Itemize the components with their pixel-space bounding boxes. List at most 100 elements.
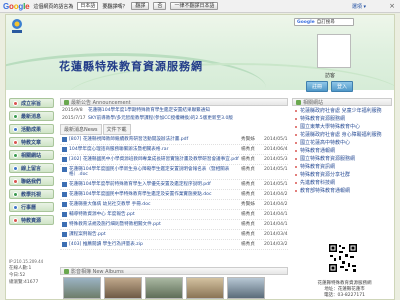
announcement-list: 2015/9/8 花蓮縣104學年度1學期特殊教育學生鑑定安置結果聯繫通知 201… (60, 106, 288, 122)
albums-header: 影音相簿 New Albums (60, 267, 288, 275)
album-thumbnail[interactable] (186, 277, 224, 299)
file-icon (62, 167, 67, 172)
sidebar-item-contact[interactable]: 聯絡我們 (9, 176, 54, 186)
qr-code-icon (328, 243, 358, 273)
list-item[interactable]: [403] 推薦閱讀 學生行為評量表.zip 楊秀貞 2014/03/2 (60, 240, 288, 250)
bullet-icon (13, 139, 18, 145)
file-icon (62, 147, 67, 152)
file-icon (62, 232, 67, 237)
translate-button[interactable]: 翻譯 (131, 2, 150, 10)
sidebar-item-guestbook[interactable]: 線上留言 (9, 163, 54, 173)
bullet-icon (294, 117, 298, 121)
related-link[interactable]: 特殊教育資源服務網 (292, 116, 392, 122)
bullet-icon (294, 125, 298, 129)
album-thumbnail[interactable] (104, 277, 142, 299)
search-label: 自訂搜尋 (316, 20, 335, 25)
list-item[interactable]: [807] 花蓮縣視障教師繼續教育研習活動開設辦法計畫.pdf 秀賢姊 2014/0… (60, 135, 288, 145)
sidebar-item-purpose[interactable]: 成立宗旨 (9, 98, 54, 108)
section-icon (296, 99, 301, 105)
bullet-icon (294, 157, 298, 161)
list-item[interactable]: 2015/9/8 花蓮縣104學年度1學期特殊教育學生鑑定安置結果聯繫通知 (60, 106, 288, 114)
bullet-icon (294, 189, 298, 193)
bullet-icon (294, 109, 298, 113)
bullet-icon (294, 173, 298, 177)
page-frame: Google 自訂搜尋 花蓮縣特殊教育資源服務網 訪客 註冊 登入 成立宗旨 最新… (5, 14, 395, 300)
related-link[interactable]: 花蓮縣政府社會處 兒童少年福利服務 (292, 108, 392, 114)
related-link[interactable]: 教育部特殊教育通報網 (292, 188, 392, 194)
online-label: 在線人數 (9, 266, 27, 271)
related-links-header: 相關網站 (292, 98, 392, 106)
bullet-icon (294, 133, 298, 137)
list-item[interactable]: [302] 花蓮縣國民中小學資源班教師專業成長研習實施計畫及教學研習會議事宜.p… (60, 155, 288, 165)
bullet-icon (294, 141, 298, 145)
list-item[interactable]: 2015/7/17 SKY前導教學/多元智能教學課程(參加CC授權轉換)的2.5版… (60, 114, 288, 122)
list-item[interactable]: 花蓮縣104學年度學前特殊教育學生入學優先安置及鑑定程序說明.pdf 楊秀貞 201… (60, 180, 288, 190)
never-translate-button[interactable]: 一律不翻譯日本語 (170, 2, 219, 10)
google-search-box[interactable]: Google 自訂搜尋 (294, 18, 354, 26)
options-menu[interactable]: 選項 ▾ (352, 3, 366, 10)
sidebar-item-calendar[interactable]: 行事曆 (9, 202, 54, 212)
sidebar-item-news[interactable]: 最新消息 (9, 111, 54, 121)
list-item[interactable]: 課程案例報告.ppt 楊秀貞 2014/03/4 (60, 230, 288, 240)
sidebar-item-results[interactable]: 活動成果 (9, 124, 54, 134)
list-item[interactable]: 花蓮縣重大傷病 幼兒社交教學 手冊.doc 秀賢姊 2014/04/2 (60, 200, 288, 210)
related-link[interactable]: 花蓮縣政府社會處 身心障礙福利服務 (292, 132, 392, 138)
account-buttons: 註冊 登入 (306, 81, 354, 92)
main-content: 最新公告 Announcement 2015/9/8 花蓮縣104學年度1學期特殊… (60, 98, 288, 264)
related-link[interactable]: 特殊教育資訊網 (292, 164, 392, 170)
sidebar-item-teaching[interactable]: 教學托視 (9, 189, 54, 199)
bullet-icon (13, 204, 18, 210)
related-link[interactable]: 國立花蓮高中特教中心 (292, 140, 392, 146)
bullet-icon (13, 178, 18, 184)
total-count: 總瀏覽:41677 (9, 280, 39, 285)
album-thumbnail[interactable] (63, 277, 101, 299)
sidebar-item-links[interactable]: 相關網站 (9, 150, 54, 160)
visitor-stats: IP:210.15.209.44 在線人數:1 今日:52 總瀏覽:41677 (9, 258, 54, 286)
online-count: 1 (28, 266, 32, 271)
file-icon (62, 137, 67, 142)
close-icon[interactable]: × (389, 2, 395, 10)
sidebar-item-resources[interactable]: 特教資源 (9, 215, 54, 225)
related-link[interactable]: 國立特殊教育資源服務網 (292, 156, 392, 162)
sidebar-item-articles[interactable]: 特教文章 (9, 137, 54, 147)
news-list: [807] 花蓮縣視障教師繼續教育研習活動開設辦法計畫.pdf 秀賢姊 2014/0… (60, 135, 288, 264)
section-icon (64, 268, 69, 274)
school-logo-icon (12, 19, 22, 33)
tab-downloads[interactable]: 文件下載 (102, 124, 131, 135)
file-icon (62, 182, 67, 187)
section-icon (64, 99, 69, 105)
avatar (317, 34, 351, 68)
related-link[interactable]: 先進教育科技網 (292, 180, 392, 186)
album-thumbnail[interactable] (145, 277, 183, 299)
file-icon (62, 212, 67, 217)
list-item[interactable]: 輔導特教資源中心 年度報告.ppt 楊秀貞 2014/04/1 (60, 210, 288, 220)
no-button[interactable]: 否 (153, 2, 167, 10)
register-button[interactable]: 註冊 (306, 81, 329, 92)
list-item[interactable]: 104學年度心理諮商服務聯繫辦法暨相關表格.rar 楊秀貞 2014/06/4 (60, 145, 288, 155)
related-link[interactable]: 特殊教育資源分享社群 (292, 172, 392, 178)
related-links: 相關網站 花蓮縣政府社會處 兒童少年福利服務 特殊教育資源服務網 國立東華大學特… (292, 98, 392, 194)
ip-address: IP:210.15.209.44 (9, 259, 44, 264)
list-item[interactable]: 花蓮縣104學年度國民小學新生身心障礙學生鑑定安置說明會報名表（暨相關表格）.d… (60, 165, 288, 180)
announcement-header: 最新公告 Announcement (60, 98, 288, 106)
bullet-icon (294, 165, 298, 169)
related-link[interactable]: 國立東華大學特殊教育中心 (292, 124, 392, 130)
album-thumbnails (60, 277, 288, 299)
bullet-icon (13, 191, 18, 197)
bullet-icon (294, 181, 298, 185)
today-count: 今日:52 (9, 273, 26, 278)
tab-news[interactable]: 最新消息News (60, 124, 102, 135)
language-select[interactable]: 日本語 (77, 2, 99, 10)
translate-bar: Google 這個網頁的語言為 日本語 要翻譯嗎？ 翻譯 否 一律不翻譯日本語 … (0, 0, 400, 13)
list-item[interactable]: 特殊教育法規及施行細則暨特教相關文件.ppt 楊秀貞 2014/04/1 (60, 220, 288, 230)
related-link[interactable]: 特殊教育通報網 (292, 148, 392, 154)
google-logo: Google (3, 1, 30, 11)
sidebar: 成立宗旨 最新消息 活動成果 特教文章 相關網站 線上留言 聯絡我們 教學托視 … (6, 98, 58, 228)
login-button[interactable]: 登入 (331, 81, 354, 92)
translate-question: 要翻譯嗎？ (102, 3, 128, 10)
visitor-label: 訪客 (325, 73, 336, 79)
album-thumbnail[interactable] (227, 277, 265, 299)
site-title: 花蓮縣特殊教育資源服務網 (59, 60, 203, 73)
file-icon (62, 202, 67, 207)
list-item[interactable]: 花蓮縣104學年度國民中學特殊教育學生鑑定及安置作業實施要點.doc 楊秀貞 201… (60, 190, 288, 200)
